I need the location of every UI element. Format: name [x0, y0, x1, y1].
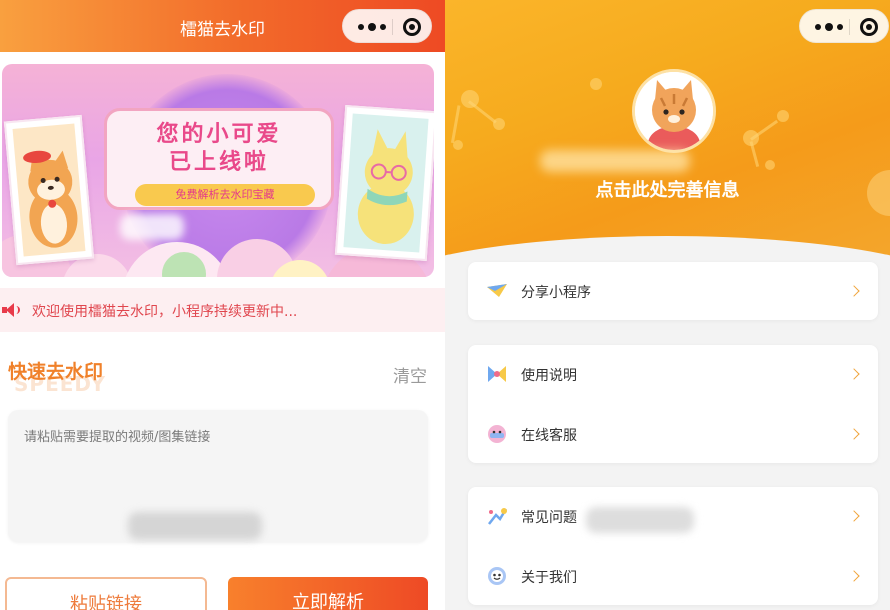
blurred-overlay: [128, 512, 262, 540]
banner-headline-line2: 已上线啦: [168, 150, 269, 175]
guide-icon: [488, 366, 506, 382]
more-dots-icon[interactable]: [813, 18, 845, 34]
decor-node: [777, 110, 789, 122]
chevron-right-icon: [848, 368, 860, 380]
left-nav-bar: 檑猫去水印: [0, 0, 445, 52]
shiba-dog-illustration: [23, 150, 78, 248]
speaker-icon: [2, 303, 20, 317]
mini-program-capsule: [799, 9, 889, 43]
blurred-overlay: [586, 507, 694, 533]
decor-node: [590, 78, 602, 90]
question-icon: [488, 508, 508, 525]
right-screen: 点击此处完善信息 分享小程序 使用说明 在线客服 常见问题 关于我们: [445, 0, 890, 610]
right-photo-frame: [334, 104, 434, 262]
menu-item-share[interactable]: 分享小程序: [468, 262, 878, 320]
banner-headline-board: 您的小可爱 已上线啦 免费解析去水印宝藏: [104, 108, 334, 210]
clear-button[interactable]: 清空: [393, 362, 427, 387]
about-icon: [488, 567, 506, 585]
blurred-overlay: [540, 150, 690, 172]
menu-item-label: 在线客服: [521, 428, 577, 444]
menu-item-label: 关于我们: [521, 570, 577, 586]
service-icon: [488, 425, 506, 443]
share-icon: [487, 284, 507, 297]
chevron-right-icon: [848, 428, 860, 440]
chevron-right-icon: [848, 285, 860, 297]
parse-now-button[interactable]: 立即解析: [228, 577, 428, 610]
left-screen: 檑猫去水印 您的小可爱 已上线啦 免费解析去水印宝藏 欢迎使用檑猫去水印，小程序…: [0, 0, 445, 610]
section-title: 快速去水印: [8, 361, 104, 383]
notice-bar: 欢迎使用檑猫去水印，小程序持续更新中...: [0, 288, 445, 332]
menu-item-label: 分享小程序: [521, 285, 591, 301]
decor-link: [468, 100, 497, 124]
avatar[interactable]: [632, 69, 716, 153]
promo-banner[interactable]: 您的小可爱 已上线啦 免费解析去水印宝藏: [2, 64, 434, 277]
complete-profile-prompt[interactable]: 点击此处完善信息: [445, 176, 890, 202]
menu-item-service[interactable]: 在线客服: [468, 405, 878, 463]
decor-node: [765, 160, 775, 170]
cat-avatar-icon: [635, 72, 713, 150]
capsule-divider: [849, 19, 850, 35]
more-dots-icon[interactable]: [356, 18, 388, 34]
link-input-placeholder: 请粘贴需要提取的视频/图集链接: [24, 430, 211, 445]
notice-text: 欢迎使用檑猫去水印，小程序持续更新中...: [32, 304, 298, 320]
chevron-right-icon: [848, 570, 860, 582]
profile-header: 点击此处完善信息: [445, 0, 890, 262]
menu-item-about[interactable]: 关于我们: [468, 547, 878, 605]
mini-program-capsule: [342, 9, 432, 43]
yellow-cat-illustration: [357, 129, 414, 245]
menu-group-help: 使用说明 在线客服: [468, 345, 878, 463]
close-circle-icon[interactable]: [860, 18, 878, 36]
menu-group-about: 常见问题 关于我们: [468, 487, 878, 605]
header-curve: [445, 236, 890, 262]
menu-item-label: 使用说明: [521, 368, 577, 384]
blurred-overlay: [120, 214, 184, 240]
banner-tagline: 免费解析去水印宝藏: [135, 184, 315, 206]
menu-group-share: 分享小程序: [468, 262, 878, 320]
menu-item-guide[interactable]: 使用说明: [468, 345, 878, 403]
decor-link: [450, 105, 461, 144]
banner-headline-line1: 您的小可爱: [156, 122, 282, 147]
capsule-divider: [392, 19, 393, 35]
left-photo-frame: [3, 114, 95, 266]
paste-link-button[interactable]: 粘贴链接: [5, 577, 207, 610]
menu-item-label: 常见问题: [521, 510, 577, 526]
close-circle-icon[interactable]: [403, 18, 421, 36]
decor-node: [453, 140, 463, 150]
chevron-right-icon: [848, 510, 860, 522]
